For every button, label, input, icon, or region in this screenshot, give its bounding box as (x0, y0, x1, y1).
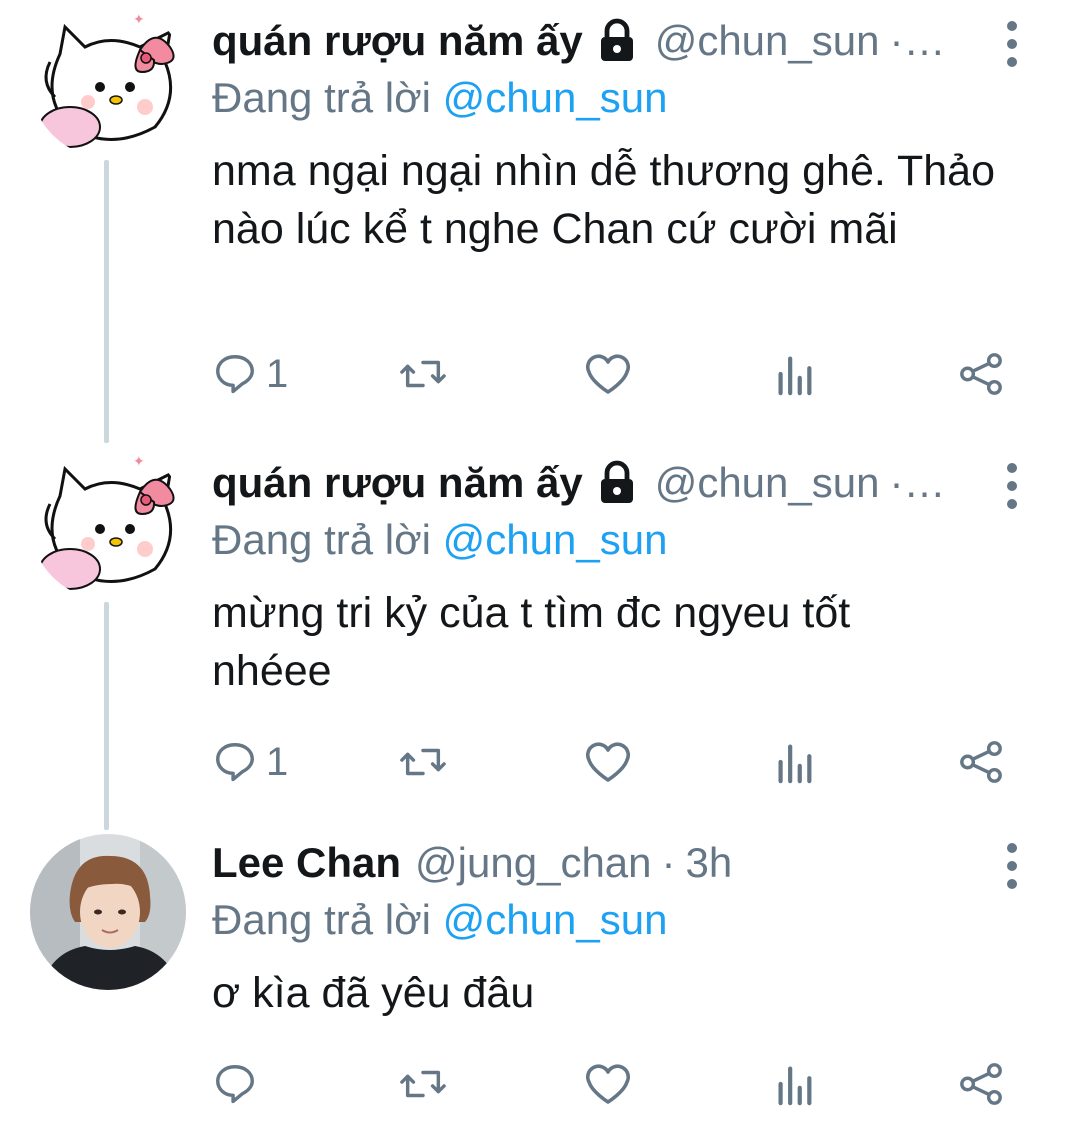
tweet-header: quán rượu năm ấy @chun_sun ·… (212, 456, 1040, 510)
analytics-icon (778, 1066, 812, 1106)
share-icon (960, 1063, 1002, 1105)
display-name[interactable]: Lee Chan (212, 839, 401, 887)
reply-count: 1 (266, 739, 289, 784)
tweet-header: Lee Chan @jung_chan · 3h (212, 836, 1040, 890)
tweet-text: mừng tri kỷ của t tìm đc ngyeu tốt nhéee (212, 589, 851, 695)
analytics-icon (778, 356, 812, 396)
timestamp[interactable]: 3h (686, 839, 733, 887)
replying-prefix: Đang trả lời (212, 74, 431, 121)
like-button[interactable] (584, 344, 632, 404)
share-button[interactable] (958, 344, 1004, 404)
retweet-icon (400, 360, 446, 388)
avatar[interactable] (30, 834, 186, 990)
reply-count: 1 (266, 351, 289, 396)
avatar[interactable]: ✦ (30, 444, 186, 600)
share-icon (960, 741, 1002, 783)
tweet[interactable]: ✦ quán rượu năm ấy @chun_sun ·… Đang trả… (0, 442, 1080, 832)
like-icon (585, 354, 631, 394)
time-separator: · (661, 839, 676, 886)
like-icon (585, 742, 631, 782)
handle[interactable]: @jung_chan (415, 839, 651, 887)
reply-button[interactable]: 1 (212, 732, 288, 792)
tweet-actions: 1 (212, 344, 1012, 404)
handle[interactable]: @chun_sun (655, 17, 880, 65)
hello-kitty-avatar: ✦ (30, 444, 186, 600)
like-button[interactable] (584, 732, 632, 792)
like-button[interactable] (584, 1054, 632, 1114)
handle[interactable]: @chun_sun (655, 459, 880, 507)
retweet-button[interactable] (398, 344, 448, 404)
more-icon[interactable] (992, 16, 1032, 72)
analytics-button[interactable] (774, 344, 814, 404)
retweet-button[interactable] (398, 1054, 448, 1114)
display-name[interactable]: quán rượu năm ấy (212, 459, 583, 507)
reply-icon (216, 1065, 254, 1104)
replying-to: Đang trả lời @chun_sun (212, 892, 1040, 948)
reply-button[interactable] (212, 1054, 266, 1114)
more-icon[interactable] (992, 458, 1032, 514)
analytics-button[interactable] (774, 732, 814, 792)
replying-mention[interactable]: @chun_sun (443, 74, 668, 121)
analytics-icon (778, 744, 812, 784)
share-button[interactable] (958, 732, 1004, 792)
replying-mention[interactable]: @chun_sun (443, 516, 668, 563)
tweet-header: quán rượu năm ấy @chun_sun ·… (212, 14, 1040, 68)
tweet-actions: 1 (212, 732, 1012, 792)
lock-icon (600, 18, 633, 61)
share-button[interactable] (958, 1054, 1004, 1114)
retweet-icon (400, 1070, 446, 1098)
reply-icon (216, 355, 254, 394)
reply-button[interactable]: 1 (212, 344, 288, 404)
replying-to: Đang trả lời @chun_sun (212, 512, 1040, 568)
tweet[interactable]: ✦ quán rượu năm ấy @chun_sun ·… Đang trả… (0, 0, 1080, 440)
time-separator: ·… (889, 17, 946, 64)
tweet-actions (212, 1054, 1012, 1114)
svg-text:✦: ✦ (133, 454, 145, 470)
analytics-button[interactable] (774, 1054, 814, 1114)
replying-prefix: Đang trả lời (212, 896, 431, 943)
like-icon (585, 1064, 631, 1104)
retweet-button[interactable] (398, 732, 448, 792)
time-separator: ·… (889, 459, 946, 506)
svg-text:✦: ✦ (133, 12, 145, 28)
share-icon (960, 353, 1002, 395)
retweet-icon (400, 748, 446, 776)
tweet-text: ơ kìa đã yêu đâu (212, 969, 535, 1017)
tweet-text: nma ngại ngại nhìn dễ thương ghê. Thảo n… (212, 147, 995, 253)
reply-icon (216, 743, 254, 782)
replying-mention[interactable]: @chun_sun (443, 896, 668, 943)
replying-to: Đang trả lời @chun_sun (212, 70, 1040, 126)
lock-icon (600, 460, 633, 503)
profile-photo-avatar (30, 834, 186, 990)
hello-kitty-avatar: ✦ (30, 2, 186, 158)
replying-prefix: Đang trả lời (212, 516, 431, 563)
tweet[interactable]: Lee Chan @jung_chan · 3h Đang trả lời @c… (0, 832, 1080, 1129)
avatar[interactable]: ✦ (30, 2, 186, 158)
more-icon[interactable] (992, 838, 1032, 894)
display-name[interactable]: quán rượu năm ấy (212, 17, 583, 65)
